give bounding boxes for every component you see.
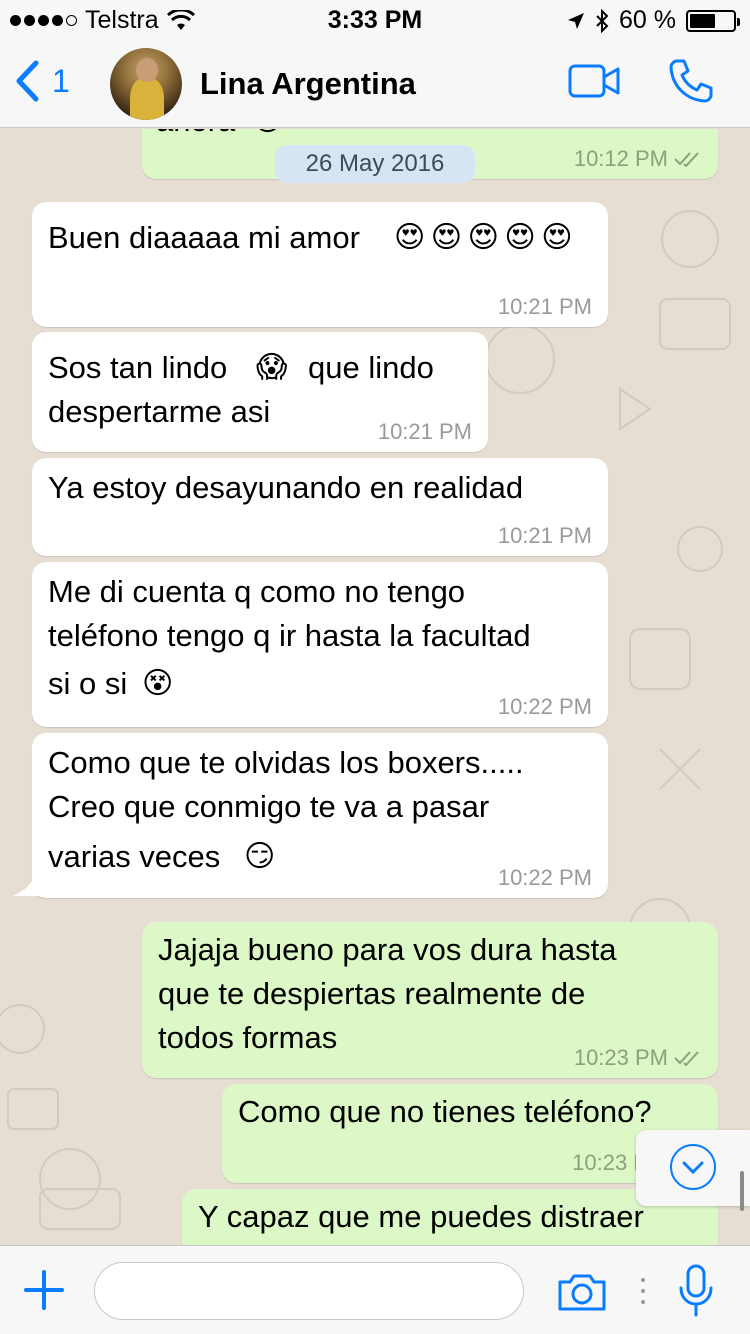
emoji: 😍 😍 😍 😍 😍 (394, 220, 573, 255)
emoji: 😱 (256, 350, 288, 385)
attach-button[interactable] (24, 1270, 64, 1315)
message-outgoing[interactable]: Jajaja bueno para vos dura hasta que te … (142, 922, 718, 1078)
chat-area[interactable]: ahora 😈 10:12 PM 26 May 2016 Buen diaaaa… (0, 129, 750, 1245)
message-incoming[interactable]: Me di cuenta q como no tengo teléfono te… (32, 562, 608, 727)
battery-percent: 60 % (619, 6, 676, 34)
chevron-down-icon (682, 1161, 704, 1175)
camera-icon (558, 1274, 606, 1311)
message-time: 10:12 PM (574, 147, 702, 171)
message-text: Ya estoy desayunando en realidad (48, 470, 524, 505)
message-text: todos formas (158, 1020, 338, 1055)
input-bar (0, 1245, 750, 1334)
scrollbar[interactable] (740, 1171, 744, 1211)
location-arrow-icon (568, 12, 585, 29)
message-text: si o si (48, 666, 128, 701)
message-incoming[interactable]: Buen diaaaaa mi amor 😍 😍 😍 😍 😍 10:21 PM (32, 202, 608, 327)
emoji: 😏 (244, 839, 276, 874)
message-time: 10:21 PM (377, 419, 472, 444)
message-text: Y capaz que me puedes distraer (198, 1199, 644, 1234)
message-incoming[interactable]: Ya estoy desayunando en realidad 10:21 P… (32, 458, 608, 556)
message-text: Me di cuenta q como no tengo (48, 574, 466, 609)
separator-dots-icon (641, 1278, 645, 1304)
message-text: que lindo (308, 350, 434, 385)
message-time: 10:21 PM (497, 523, 592, 548)
video-call-button[interactable] (568, 64, 620, 103)
video-camera-icon (568, 64, 620, 98)
bubble-tail (12, 870, 38, 896)
bluetooth-icon (596, 8, 609, 33)
message-time: 10:21 PM (497, 294, 592, 319)
double-check-icon (674, 1051, 699, 1066)
message-text: ahora (156, 129, 235, 143)
plus-icon (24, 1270, 64, 1310)
status-bar: Telstra 3:33 PM 60 % (0, 0, 750, 40)
message-time: 10:22 PM (497, 865, 592, 890)
message-text: Como que no tienes teléfono? (238, 1094, 652, 1129)
contact-name[interactable]: Lina Argentina (200, 66, 416, 102)
message-text: Creo que conmigo te va a pasar (48, 789, 490, 824)
battery-level (690, 13, 716, 28)
avatar[interactable] (110, 48, 182, 120)
date-separator: 26 May 2016 (275, 145, 475, 183)
voice-call-button[interactable] (668, 58, 714, 109)
status-right: 60 % (567, 6, 740, 35)
emoji: 😵 (142, 666, 174, 701)
double-check-icon (674, 152, 699, 167)
message-text: Como que te olvidas los boxers..... (48, 745, 524, 780)
chevron-left-icon (16, 60, 39, 102)
message-text: despertarme asi (48, 394, 271, 429)
message-time: 10:22 PM (497, 694, 592, 719)
emoji: 😈 (252, 129, 283, 143)
microphone-icon (679, 1264, 713, 1317)
message-text: varias veces (48, 839, 221, 874)
camera-button[interactable] (556, 1272, 608, 1317)
chat-header: 1 Lina Argentina (0, 40, 750, 128)
back-button[interactable]: 1 (14, 60, 70, 102)
message-text: teléfono tengo q ir hasta la facultad (48, 618, 531, 653)
voice-message-button[interactable] (678, 1264, 714, 1323)
battery-icon (686, 9, 740, 32)
message-incoming[interactable]: Sos tan lindo 😱 que lindo despertarme as… (32, 332, 488, 452)
unread-count: 1 (52, 62, 70, 99)
message-text: Jajaja bueno para vos dura hasta (158, 932, 617, 967)
message-incoming[interactable]: Como que te olvidas los boxers..... Creo… (32, 733, 608, 898)
scroll-to-bottom-button[interactable] (636, 1130, 750, 1206)
message-text: Sos tan lindo (48, 350, 228, 385)
message-text: que te despiertas realmente de (158, 976, 586, 1011)
message-time: 10:23 PM (574, 1046, 702, 1070)
phone-icon (669, 59, 713, 103)
message-input[interactable] (94, 1262, 524, 1320)
message-text: Buen diaaaaa mi amor (48, 220, 360, 255)
